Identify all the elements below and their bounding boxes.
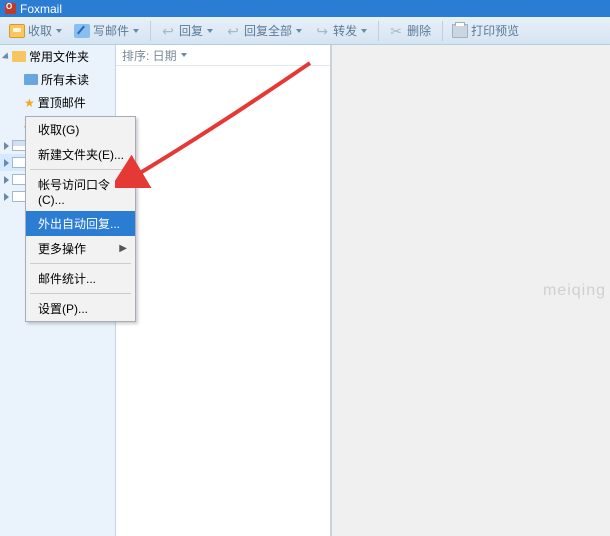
ctx-new-folder[interactable]: 新建文件夹(E)...	[26, 142, 135, 167]
folder-pinned[interactable]: ★ 置顶邮件	[0, 91, 115, 114]
mailbox-icon	[12, 140, 26, 151]
ctx-label: 更多操作	[38, 240, 86, 257]
page-icon	[12, 174, 26, 185]
folder-icon	[12, 51, 26, 62]
separator	[442, 21, 443, 41]
ctx-account-password[interactable]: 帐号访问口令(C)...	[26, 172, 135, 211]
separator	[150, 21, 151, 41]
ctx-mail-stats[interactable]: 邮件统计...	[26, 266, 135, 291]
chevron-down-icon	[361, 29, 367, 33]
reply-arrow-icon: ↩	[160, 24, 176, 38]
page-icon	[12, 191, 26, 202]
star-icon: ★	[24, 96, 35, 110]
watermark-text: meiqing	[543, 282, 610, 300]
delete-label: 删除	[407, 22, 431, 39]
forward-button[interactable]: ↪ 转发	[309, 20, 372, 41]
message-list-pane: 排序: 日期	[116, 45, 331, 536]
ctx-label: 邮件统计...	[38, 270, 96, 287]
preview-pane: meiqing	[331, 45, 610, 536]
ctx-more-actions[interactable]: 更多操作 ▶	[26, 236, 135, 261]
folder-pinned-label: 置顶邮件	[38, 94, 86, 111]
chevron-down-icon	[181, 53, 187, 57]
ctx-label: 收取(G)	[38, 121, 79, 138]
folder-root[interactable]: 常用文件夹	[0, 45, 115, 68]
ctx-auto-reply[interactable]: 外出自动回复...	[26, 211, 135, 236]
separator	[30, 263, 131, 264]
receive-label: 收取	[28, 22, 52, 39]
ctx-settings[interactable]: 设置(P)...	[26, 296, 135, 321]
chevron-down-icon	[296, 29, 302, 33]
ctx-receive[interactable]: 收取(G)	[26, 117, 135, 142]
main-toolbar: 收取 写邮件 ↩ 回复 ↩ 回复全部 ↪ 转发 ✂ 删除 打印预览	[0, 17, 610, 45]
forward-label: 转发	[333, 22, 357, 39]
expand-icon	[4, 142, 9, 150]
page-icon	[12, 157, 26, 168]
account-context-menu: 收取(G) 新建文件夹(E)... 帐号访问口令(C)... 外出自动回复...…	[25, 116, 136, 322]
expand-icon	[4, 193, 9, 201]
write-button[interactable]: 写邮件	[69, 20, 144, 41]
separator	[378, 21, 379, 41]
reply-button[interactable]: ↩ 回复	[155, 20, 218, 41]
chevron-down-icon	[56, 29, 62, 33]
list-sort-header[interactable]: 排序: 日期	[116, 45, 330, 66]
expand-icon	[4, 159, 9, 167]
replyall-button[interactable]: ↩ 回复全部	[220, 20, 307, 41]
scissors-icon: ✂	[388, 24, 404, 38]
submenu-arrow-icon: ▶	[119, 243, 127, 254]
folder-icon	[24, 74, 38, 85]
replyall-label: 回复全部	[244, 22, 292, 39]
ctx-label: 新建文件夹(E)...	[38, 146, 124, 163]
collapse-icon	[2, 52, 11, 61]
sort-label: 排序: 日期	[122, 47, 177, 64]
separator	[30, 293, 131, 294]
receive-button[interactable]: 收取	[4, 20, 67, 41]
ctx-label: 帐号访问口令(C)...	[38, 176, 127, 207]
printpreview-button[interactable]: 打印预览	[447, 20, 524, 41]
separator	[30, 169, 131, 170]
reply-all-icon: ↩	[225, 24, 241, 38]
printpreview-label: 打印预览	[471, 22, 519, 39]
folder-unread[interactable]: 所有未读	[0, 68, 115, 91]
ctx-label: 外出自动回复...	[38, 215, 120, 232]
printer-icon	[452, 24, 468, 38]
delete-button[interactable]: ✂ 删除	[383, 20, 436, 41]
forward-arrow-icon: ↪	[314, 24, 330, 38]
chevron-down-icon	[207, 29, 213, 33]
app-icon	[5, 3, 16, 14]
envelope-icon	[9, 24, 25, 38]
chevron-down-icon	[133, 29, 139, 33]
reply-label: 回复	[179, 22, 203, 39]
title-bar: Foxmail	[0, 0, 610, 17]
folder-unread-label: 所有未读	[41, 71, 89, 88]
app-title: Foxmail	[20, 2, 62, 16]
folder-root-label: 常用文件夹	[29, 48, 89, 65]
write-label: 写邮件	[93, 22, 129, 39]
expand-icon	[4, 176, 9, 184]
ctx-label: 设置(P)...	[38, 300, 88, 317]
pencil-icon	[74, 24, 90, 38]
